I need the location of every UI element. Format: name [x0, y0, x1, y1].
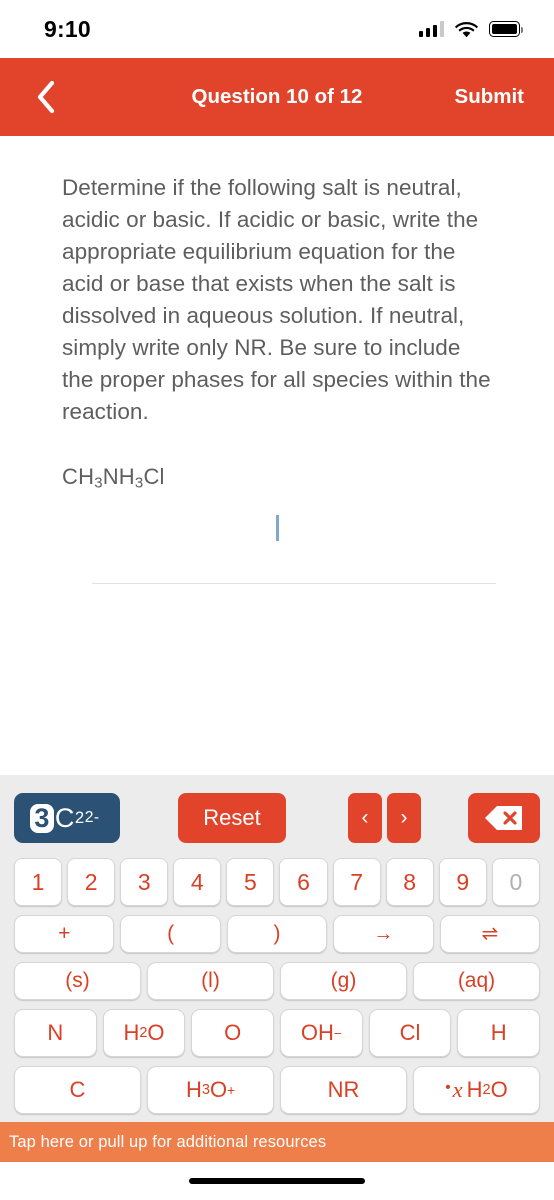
keyboard-species-row-1: N H2O O OH − Cl H	[8, 1009, 546, 1057]
chemistry-keyboard: 3 C 2 2- Reset ‹ › 1 2 3 4 5 6 7 8 9 0 +…	[0, 775, 554, 1122]
key-water-h: H	[123, 1020, 140, 1045]
key-hydrate[interactable]: • x H 2 O	[413, 1066, 540, 1114]
key-close-paren[interactable]: )	[226, 915, 328, 953]
home-indicator[interactable]	[189, 1178, 365, 1184]
hydrate-x-variable: x	[452, 1077, 463, 1102]
formula-part-2: NH3	[102, 464, 144, 492]
key-0: 0	[491, 858, 540, 906]
key-hydroxide[interactable]: OH −	[280, 1009, 363, 1057]
submit-button[interactable]: Submit	[455, 85, 530, 109]
coefficient-superscript: 2-	[84, 809, 100, 826]
key-reaction-arrow[interactable]: →	[333, 915, 434, 953]
answer-input-region[interactable]	[62, 495, 526, 585]
battery-icon	[489, 21, 524, 37]
key-4[interactable]: 4	[173, 858, 222, 906]
key-hydroxide-text: OH	[300, 1020, 334, 1045]
keyboard-toolbar: 3 C 2 2- Reset ‹ ›	[8, 787, 546, 849]
wifi-icon	[455, 21, 478, 38]
backspace-delete-icon	[485, 806, 522, 830]
additional-resources-bar[interactable]: Tap here or pull up for additional resou…	[0, 1122, 554, 1162]
key-2[interactable]: 2	[67, 858, 116, 906]
key-9[interactable]: 9	[438, 858, 487, 906]
key-hydrate-sub: 2	[482, 1082, 491, 1098]
question-formula: CH3NH3Cl	[62, 464, 526, 491]
chevron-left-icon	[37, 80, 55, 114]
key-plus[interactable]: +	[14, 915, 115, 953]
key-3[interactable]: 3	[120, 858, 169, 906]
answer-divider	[92, 583, 496, 585]
key-hydroxide-charge: −	[333, 1025, 342, 1041]
key-water-o: O	[147, 1020, 165, 1045]
key-phase-liquid[interactable]: (l)	[147, 962, 274, 1000]
key-carbon[interactable]: C	[14, 1066, 141, 1114]
key-nitrogen[interactable]: N	[14, 1009, 97, 1057]
reset-button[interactable]: Reset	[178, 793, 286, 843]
key-water[interactable]: H2O	[102, 1009, 186, 1057]
key-hydronium[interactable]: H 3 O +	[147, 1066, 274, 1114]
formula-part-3: Cl	[143, 464, 165, 489]
key-hydronium-h: H	[185, 1077, 202, 1102]
status-bar-time: 9:10	[44, 15, 91, 42]
keyboard-number-row: 1 2 3 4 5 6 7 8 9 0	[8, 858, 546, 906]
cellular-signal-icon	[418, 21, 444, 37]
key-hydrate-o: O	[490, 1077, 508, 1102]
hydrate-dot-icon: •	[445, 1079, 451, 1096]
key-hydronium-charge: +	[227, 1082, 236, 1098]
key-phase-gas[interactable]: (g)	[280, 962, 407, 1000]
keyboard-phase-row: (s) (l) (g) (aq)	[8, 962, 546, 1000]
key-5[interactable]: 5	[226, 858, 275, 906]
keyboard-operator-row: + ( ) → ⇌	[8, 915, 546, 953]
coefficient-chip[interactable]: 3 C 2 2-	[14, 793, 120, 843]
text-cursor	[276, 515, 279, 542]
arrow-right-icon: →	[373, 923, 394, 945]
question-content: Determine if the following salt is neutr…	[0, 136, 554, 775]
key-phase-aqueous[interactable]: (aq)	[413, 962, 540, 1000]
key-hydrogen[interactable]: H	[457, 1009, 541, 1057]
back-button[interactable]	[26, 77, 66, 117]
key-8[interactable]: 8	[385, 858, 434, 906]
cursor-nav-group: ‹ ›	[348, 793, 421, 843]
key-7[interactable]: 7	[332, 858, 381, 906]
backspace-button[interactable]	[468, 793, 540, 843]
coefficient-element: C	[54, 802, 75, 833]
key-chlorine[interactable]: Cl	[368, 1009, 452, 1057]
status-bar-indicators	[418, 21, 524, 38]
key-hydronium-o: O	[209, 1077, 228, 1102]
coefficient-selected-value: 3	[30, 803, 54, 833]
key-water-sub: 2	[139, 1025, 148, 1041]
key-oxygen[interactable]: O	[191, 1009, 275, 1057]
question-prompt: Determine if the following salt is neutr…	[62, 175, 491, 424]
key-1[interactable]: 1	[14, 858, 63, 906]
key-open-paren[interactable]: (	[120, 915, 221, 953]
key-no-reaction[interactable]: NR	[280, 1066, 407, 1114]
key-hydronium-sub: 3	[201, 1082, 210, 1098]
status-bar: 9:10	[0, 0, 554, 58]
equilibrium-arrows-icon: ⇌	[481, 923, 499, 945]
key-6[interactable]: 6	[279, 858, 328, 906]
home-indicator-area	[0, 1162, 554, 1200]
key-phase-solid[interactable]: (s)	[14, 962, 141, 1000]
cursor-next-button[interactable]: ›	[387, 793, 421, 843]
cursor-prev-button[interactable]: ‹	[348, 793, 382, 843]
nav-bar: Question 10 of 12 Submit	[0, 58, 554, 136]
answer-input[interactable]	[62, 495, 526, 583]
formula-part-1: CH3	[62, 464, 103, 492]
coefficient-subscript: 2	[74, 808, 85, 827]
key-hydrate-h: H	[466, 1077, 483, 1102]
keyboard-species-row-2: C H 3 O + NR • x H 2 O	[8, 1066, 546, 1114]
key-equilibrium-arrow[interactable]: ⇌	[439, 915, 541, 953]
mobile-app-screen: 9:10 Question 10 of 12 Submit Determine …	[0, 0, 554, 1200]
